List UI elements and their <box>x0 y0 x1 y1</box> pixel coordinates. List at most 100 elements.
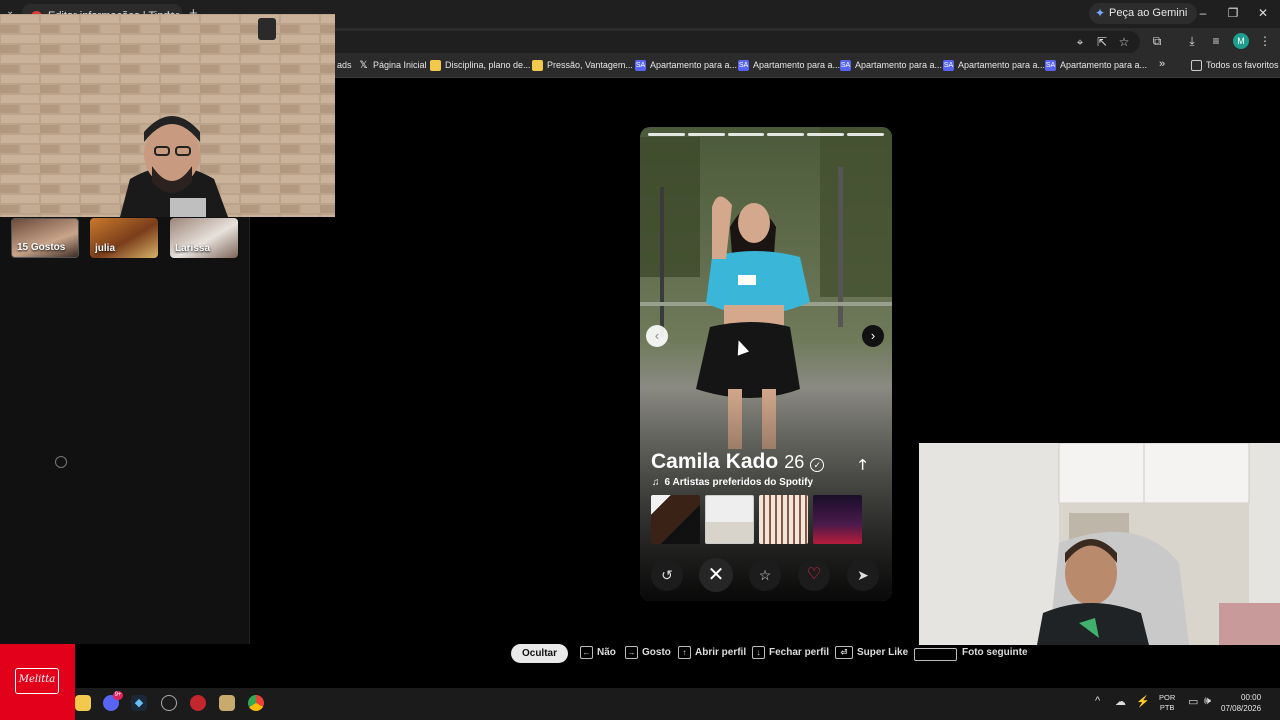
league-client-icon[interactable] <box>219 695 235 711</box>
spotify-artists-heading: ♫ 6 Artistas preferidos do Spotify <box>652 477 813 488</box>
onedrive-icon[interactable]: ☁ <box>1115 695 1126 708</box>
bookmark-item[interactable]: SA Apartamento para a... <box>738 60 840 71</box>
window-close-button[interactable]: ✕ <box>1253 6 1273 20</box>
sa-site-icon: SA <box>738 60 749 71</box>
bookmark-item[interactable]: SA Apartamento para a... <box>635 60 737 71</box>
left-arrow-key-icon: ← <box>580 646 593 659</box>
screen: ⌄ Editar informações | Tinder × + ✦ Peça… <box>0 0 1280 720</box>
system-clock[interactable]: 00:00 07/08/2026 <box>1221 692 1261 714</box>
gemini-label: Peça ao Gemini <box>1109 7 1188 19</box>
folder-icon <box>532 60 543 71</box>
input-language-indicator[interactable]: POR PTB <box>1159 693 1175 713</box>
nope-button[interactable]: ✕ <box>699 558 733 592</box>
super-like-button[interactable]: ☆ <box>749 559 781 591</box>
bookmark-item[interactable]: SA Apartamento para a... <box>943 60 1045 71</box>
webcam-feed-image <box>919 443 1280 645</box>
install-app-icon[interactable]: ⇱ <box>1094 35 1110 49</box>
match-tile[interactable]: Larissa <box>170 218 238 258</box>
file-explorer-icon[interactable] <box>75 695 91 711</box>
sa-site-icon: SA <box>635 60 646 71</box>
next-photo-chevron-icon[interactable]: › <box>862 325 884 347</box>
enter-key-icon: ⏎ <box>835 646 853 659</box>
profile-name: Camila Kado <box>651 450 779 473</box>
hint-super-like: ⏎ Super Like <box>835 646 908 659</box>
swipe-actions: ↺ ✕ ☆ ♡ ➤ <box>650 558 882 593</box>
gemini-spark-icon: ✦ <box>1095 6 1106 20</box>
profile-info: Camila Kado 26 ✓ <box>651 450 881 474</box>
photo-progress-segment <box>727 133 765 136</box>
open-profile-arrow-icon[interactable]: 🡑 <box>859 454 866 478</box>
likes-tile[interactable]: 15 Gostos <box>11 218 79 258</box>
hide-shortcuts-button[interactable]: Ocultar <box>511 644 568 663</box>
hint-nope: ← Não <box>580 646 616 659</box>
bookmark-item[interactable]: 𝕏 Página Inicial <box>358 60 426 71</box>
verified-badge-icon: ✓ <box>810 458 825 472</box>
heart-icon: ♡ <box>806 566 822 583</box>
display-icon[interactable]: ▭ <box>1188 695 1198 708</box>
location-icon[interactable]: ⌖ <box>1072 35 1088 50</box>
rewind-button[interactable]: ↺ <box>651 559 683 591</box>
melitta-sponsor-logo: Melitta <box>0 644 75 720</box>
photo-progress-segment <box>847 133 884 136</box>
photo-progress-segment <box>687 133 725 136</box>
hint-next-photo: Foto seguinte <box>962 647 1028 658</box>
volume-icon[interactable]: 🕪 <box>1204 695 1211 708</box>
streamer-webcam-overlay <box>0 14 335 217</box>
bookmark-item[interactable]: Pressão, Vantagem... <box>532 60 633 71</box>
album-cover[interactable] <box>759 495 808 544</box>
minimize-button[interactable]: – <box>1193 6 1213 20</box>
gemini-button[interactable]: ✦ Peça ao Gemini <box>1089 3 1198 24</box>
up-arrow-key-icon: ↑ <box>678 646 691 659</box>
network-icon[interactable]: ⚡ <box>1136 695 1150 708</box>
profile-card[interactable]: ‹ › Camila Kado 26 ✓ 🡑 ♫ 6 Artistas prefe… <box>640 127 892 601</box>
bookmark-item[interactable]: SA Apartamento para a... <box>1045 60 1147 71</box>
x-icon: 𝕏 <box>359 60 368 71</box>
album-cover[interactable] <box>813 495 862 544</box>
match-name: julia <box>95 243 116 254</box>
chrome-icon[interactable] <box>248 695 264 711</box>
close-x-icon: ✕ <box>707 564 725 586</box>
right-arrow-key-icon: → <box>625 646 638 659</box>
steam-icon[interactable]: ◆ <box>131 695 147 711</box>
boost-send-button[interactable]: ➤ <box>847 559 879 591</box>
match-name: Larissa <box>175 243 211 254</box>
restore-button[interactable]: ❐ <box>1223 6 1243 20</box>
bookmark-star-icon[interactable]: ☆ <box>1116 35 1132 49</box>
bookmark-item[interactable]: Disciplina, plano de... <box>430 60 531 71</box>
app-circle-icon[interactable] <box>161 695 177 711</box>
menu-kebab-icon[interactable]: ⋮ <box>1257 34 1273 48</box>
hint-like: → Gosto <box>625 646 671 659</box>
webcam-feed-image <box>0 14 335 217</box>
profile-avatar[interactable]: M <box>1233 33 1249 49</box>
match-tile[interactable]: julia <box>90 218 158 258</box>
red-app-icon[interactable] <box>190 695 206 711</box>
guest-webcam-overlay <box>919 443 1280 645</box>
clock-time: 00:00 <box>1241 693 1262 702</box>
photo-progress-indicator <box>648 133 884 136</box>
extensions-icon[interactable]: ⧉ <box>1149 34 1165 49</box>
keyboard-shortcuts-bar: Ocultar ← Não → Gosto ↑ Abrir perfil ↓ Fecha… <box>510 642 1050 664</box>
downloads-icon[interactable]: ⤓ <box>1184 34 1200 49</box>
address-bar[interactable]: ⌖ ⇱ ☆ <box>300 31 1140 53</box>
bookmarks-overflow-button[interactable]: » <box>1145 58 1165 70</box>
music-note-icon: ♫ <box>652 477 660 488</box>
clock-date: 07/08/2026 <box>1221 704 1262 713</box>
tray-overflow-chevron-icon[interactable]: ^ <box>1095 695 1100 707</box>
photo-progress-segment <box>767 133 805 136</box>
all-bookmarks-folder[interactable]: Todos os favoritos <box>1191 60 1279 71</box>
photo-progress-segment <box>807 133 845 136</box>
send-paper-plane-icon: ➤ <box>857 567 869 583</box>
windows-taskbar: 9+ ◆ ^ ☁ ⚡ POR PTB ▭ 🕪 00:00 07/08/2026 <box>75 688 1280 720</box>
album-cover[interactable] <box>705 495 754 544</box>
previous-photo-chevron-icon[interactable]: ‹ <box>646 325 668 347</box>
hint-open-profile: ↑ Abrir perfil <box>678 646 746 659</box>
discord-icon[interactable]: 9+ <box>103 691 123 711</box>
rewind-icon: ↺ <box>661 567 673 583</box>
sa-site-icon: SA <box>1045 60 1056 71</box>
bookmark-item[interactable]: SA Apartamento para a... <box>840 60 942 71</box>
album-cover[interactable] <box>651 495 700 544</box>
sa-site-icon: SA <box>840 60 851 71</box>
like-button[interactable]: ♡ <box>798 559 830 591</box>
reading-list-icon[interactable]: ≡ <box>1208 34 1224 48</box>
folder-icon <box>430 60 441 71</box>
